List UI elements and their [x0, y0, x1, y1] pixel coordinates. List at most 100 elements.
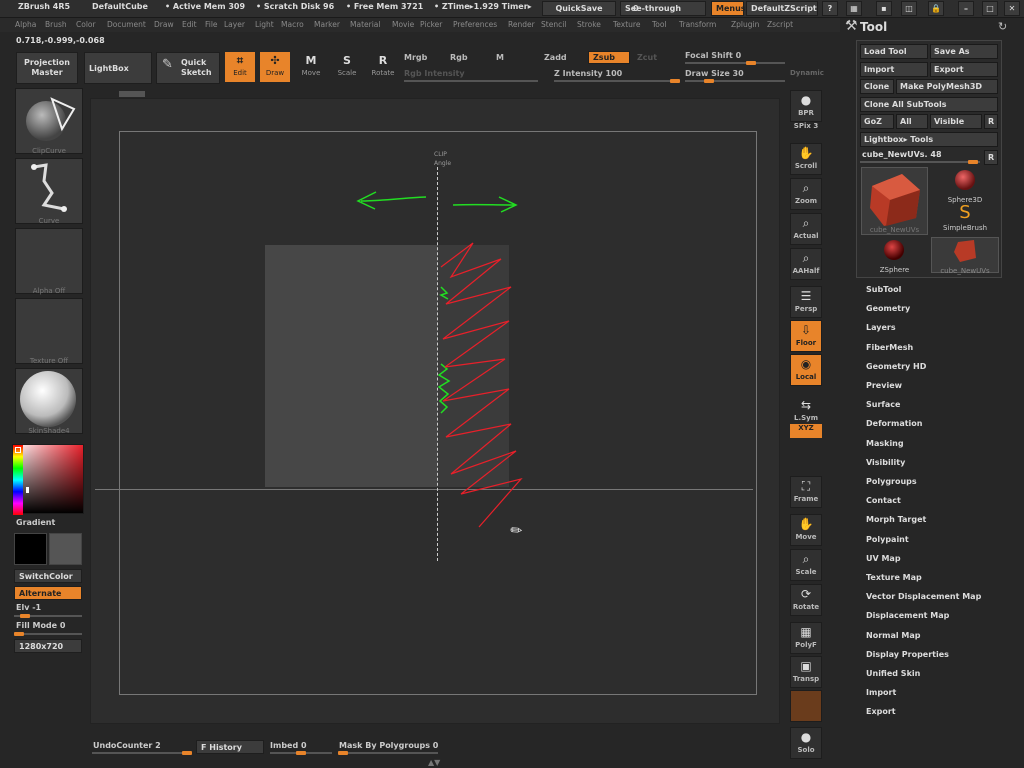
subpalette-import[interactable]: Import — [866, 688, 896, 697]
restore-icon[interactable]: ◫ — [901, 1, 917, 16]
shelf-actual-button[interactable]: ⌕ Actual — [790, 213, 822, 245]
load-tool-button[interactable]: Load Tool — [860, 44, 928, 59]
shelf-frame-button[interactable]: ⛶ Frame — [790, 476, 822, 508]
texture-thumbnail[interactable]: Texture Off — [15, 298, 83, 365]
subpalette-uv-map[interactable]: UV Map — [866, 554, 901, 563]
elv-handle[interactable] — [20, 614, 30, 618]
menu-preferences[interactable]: Preferences — [453, 20, 497, 29]
subpalette-preview[interactable]: Preview — [866, 381, 902, 390]
subpalette-geometry[interactable]: Geometry — [866, 304, 910, 313]
shelf-hand-button[interactable]: ✋ Scroll — [790, 143, 822, 175]
subpalette-masking[interactable]: Masking — [866, 439, 904, 448]
shelf-xyz-button[interactable]: XYZ — [790, 424, 822, 438]
shelf-zoom-button[interactable]: ⌕ Zoom — [790, 178, 822, 210]
menu-zplugin[interactable]: Zplugin — [731, 20, 759, 29]
focal-shift-handle[interactable] — [746, 61, 756, 65]
shelf-scale-button[interactable]: ⌕ Scale — [790, 549, 822, 581]
goz-visible-button[interactable]: Visible — [930, 114, 982, 129]
current-tool-slider[interactable]: cube_NewUVs. 48 — [862, 150, 942, 159]
subpalette-polypaint[interactable]: Polypaint — [866, 535, 909, 544]
dynamic-toggle[interactable]: Dynamic — [790, 69, 824, 77]
undo-counter-handle[interactable] — [182, 751, 192, 755]
z-intensity-slider[interactable]: Z Intensity 100 — [554, 69, 622, 78]
import-tool-button[interactable]: Import — [860, 62, 928, 77]
brush-thumbnail[interactable]: ClipCurve — [15, 88, 83, 155]
menu-color[interactable]: Color — [76, 20, 96, 29]
shelf-polyf-button[interactable]: ▦ PolyF — [790, 622, 822, 654]
subpalette-displacement-map[interactable]: Displacement Map — [866, 611, 949, 620]
goz-r-button[interactable]: R — [984, 114, 998, 129]
main-color-swatch[interactable] — [14, 533, 47, 565]
menus-button[interactable]: Menus — [711, 1, 746, 16]
see-through-slider[interactable]: See-through 0 — [620, 1, 706, 16]
menu-stencil[interactable]: Stencil — [541, 20, 566, 29]
menu-edit[interactable]: Edit — [182, 20, 197, 29]
subpalette-display-properties[interactable]: Display Properties — [866, 650, 949, 659]
subpalette-visibility[interactable]: Visibility — [866, 458, 905, 467]
subpalette-layers[interactable]: Layers — [866, 323, 896, 332]
quick-sketch-button[interactable]: ✎ Quick Sketch — [156, 52, 220, 84]
subpalette-surface[interactable]: Surface — [866, 400, 900, 409]
imbed-slider[interactable]: Imbed 0 — [270, 741, 307, 750]
draw-size-handle[interactable] — [704, 79, 714, 83]
menu-material[interactable]: Material — [350, 20, 380, 29]
canvas-scroll-handle[interactable] — [119, 91, 145, 97]
shelf-transp-button[interactable]: ▣ Transp — [790, 656, 822, 688]
clone-all-subtools-button[interactable]: Clone All SubTools — [860, 97, 998, 112]
document-canvas[interactable]: CLIP Angle ✎ — [90, 91, 780, 724]
menu-texture[interactable]: Texture — [613, 20, 640, 29]
menu-tool[interactable]: Tool — [652, 20, 667, 29]
menu-zscript[interactable]: Zscript — [767, 20, 793, 29]
shelf-floor-button[interactable]: ⇩ Floor — [790, 320, 822, 352]
shelf-solo-button[interactable]: ● Solo — [790, 727, 822, 759]
minimize-icon[interactable]: – — [958, 1, 974, 16]
switchcolor-button[interactable]: SwitchColor — [14, 569, 82, 583]
fill-mode-slider[interactable]: Fill Mode 0 — [16, 621, 65, 630]
subpalette-subtool[interactable]: SubTool — [866, 285, 901, 294]
close-icon[interactable]: ✕ — [1004, 1, 1020, 16]
resolution-button[interactable]: 1280x720 — [14, 639, 82, 653]
lock-icon[interactable]: 🔒 — [928, 1, 944, 16]
gradient-label[interactable]: Gradient — [16, 518, 55, 527]
draw-button[interactable]: ✣ Draw — [260, 52, 290, 82]
refresh-icon[interactable]: ↻ — [998, 20, 1007, 33]
subpalette-unified-skin[interactable]: Unified Skin — [866, 669, 920, 678]
subpalette-export[interactable]: Export — [866, 707, 896, 716]
subpalette-polygroups[interactable]: Polygroups — [866, 477, 917, 486]
menu-document[interactable]: Document — [107, 20, 146, 29]
subpalette-vector-displacement-map[interactable]: Vector Displacement Map — [866, 592, 981, 601]
default-zscript-button[interactable]: DefaultZScript — [746, 1, 818, 16]
quicksave-button[interactable]: QuickSave — [542, 1, 616, 16]
stroke-thumbnail[interactable]: Curve — [15, 158, 83, 225]
menu-macro[interactable]: Macro — [281, 20, 304, 29]
mrgb-button[interactable]: Mrgb — [404, 53, 427, 62]
maximize-icon[interactable]: □ — [982, 1, 998, 16]
material-thumbnail[interactable]: SkinShade4 — [15, 368, 83, 435]
subpalette-geometry-hd[interactable]: Geometry HD — [866, 362, 926, 371]
menu-movie[interactable]: Movie — [392, 20, 414, 29]
shelf-spix-button[interactable]: SPix 3 — [790, 122, 822, 136]
shelf-rotate-button[interactable]: ⟳ Rotate — [790, 584, 822, 616]
rgb-button[interactable]: Rgb — [450, 53, 468, 62]
palette-icon[interactable]: ▪ — [876, 1, 892, 16]
menu-layer[interactable]: Layer — [224, 20, 245, 29]
tool-palette-title[interactable]: Tool — [860, 20, 887, 34]
make-polymesh-button[interactable]: Make PolyMesh3D — [896, 79, 998, 94]
history-button[interactable]: F History — [196, 740, 264, 754]
m-button[interactable]: M — [496, 53, 504, 62]
subpalette-normal-map[interactable]: Normal Map — [866, 631, 920, 640]
save-as-button[interactable]: Save As — [930, 44, 998, 59]
menu-light[interactable]: Light — [255, 20, 274, 29]
clone-button[interactable]: Clone — [860, 79, 894, 94]
tool-thumb-cube-newuvs[interactable]: cube_NewUVs — [861, 167, 928, 235]
lightbox-tools-button[interactable]: Lightbox▸ Tools — [860, 132, 998, 147]
subpalette-fibermesh[interactable]: FiberMesh — [866, 343, 913, 352]
fill-mode-handle[interactable] — [14, 632, 24, 636]
projection-master-button[interactable]: Projection Master — [16, 52, 78, 84]
tray-toggle-icon[interactable]: ▲▼ — [428, 758, 440, 767]
menu-transform[interactable]: Transform — [679, 20, 716, 29]
shelf-aahalf-button[interactable]: ⌕ AAHalf — [790, 248, 822, 280]
menu-picker[interactable]: Picker — [420, 20, 442, 29]
draw-size-slider[interactable]: Draw Size 30 — [685, 69, 744, 78]
imbed-handle[interactable] — [296, 751, 306, 755]
